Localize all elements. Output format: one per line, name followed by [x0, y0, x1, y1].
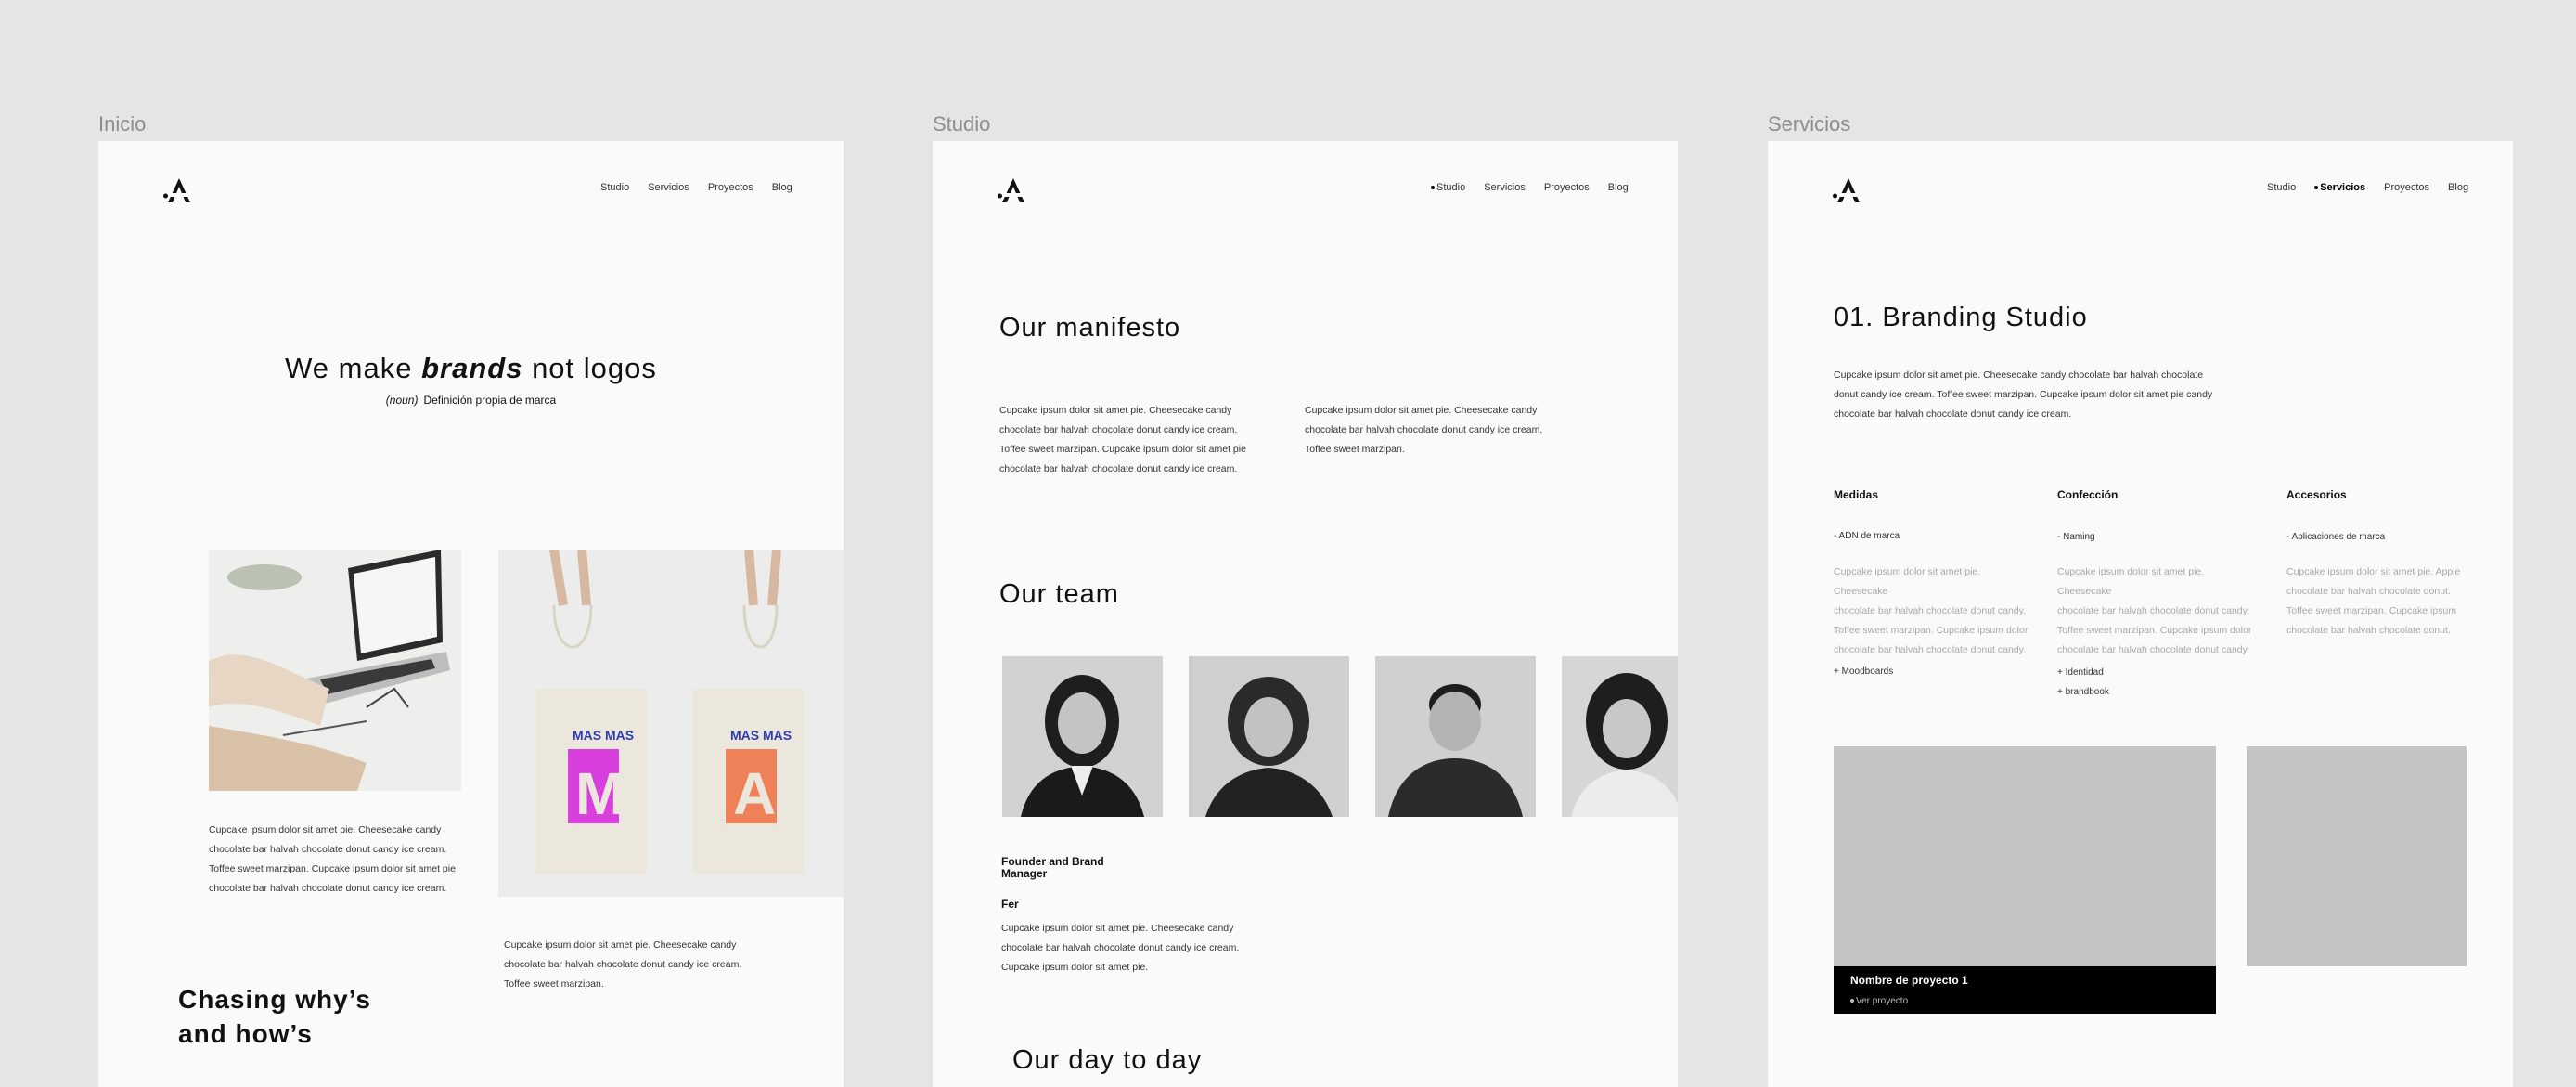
tote-bags-photo: MAS MAS MAS MAS M A [498, 550, 844, 897]
column-body: Cupcake ipsum dolor sit amet pie. Cheese… [1834, 566, 2029, 655]
service-title: 01. Branding Studio [1834, 303, 2088, 332]
nav-proyectos[interactable]: Proyectos [708, 182, 753, 193]
hero-subtitle: (noun) Definición propia de marca [385, 394, 557, 407]
column-extra[interactable]: + brandbook [2057, 682, 2109, 702]
intro-text-2: Cupcake ipsum dolor sit amet pie. Cheese… [504, 939, 742, 990]
column-body: Cupcake ipsum dolor sit amet pie. Apple c… [2286, 566, 2461, 636]
team-title: Our team [999, 579, 1119, 609]
nav-blog[interactable]: Blog [2448, 182, 2468, 193]
nav-studio[interactable]: Studio [600, 182, 629, 193]
brand-logo[interactable] [1833, 176, 1864, 204]
frame-label-inicio: Inicio [98, 112, 147, 136]
day-to-day-title: Our day to day [1012, 1045, 1203, 1075]
nav-blog[interactable]: Blog [1608, 182, 1629, 193]
service-intro: Cupcake ipsum dolor sit amet pie. Cheese… [1834, 369, 2213, 420]
project-card[interactable]: Nombre de proyecto 1 Ver proyecto [1834, 746, 2216, 1014]
column-item: - Aplicaciones de marca [2286, 532, 2386, 542]
column-extra[interactable]: + Identidad [2057, 663, 2104, 682]
nav-servicios[interactable]: Servicios [2314, 182, 2365, 193]
manifesto-text-2: Cupcake ipsum dolor sit amet pie. Cheese… [1305, 405, 1543, 455]
active-dot-icon [2314, 186, 2319, 190]
column-head-confeccion: Confección [2057, 488, 2119, 501]
column-head-medidas: Medidas [1834, 488, 1879, 501]
column-body: Cupcake ipsum dolor sit amet pie. Cheese… [2057, 566, 2252, 655]
team-member-bio: Cupcake ipsum dolor sit amet pie. Cheese… [1001, 923, 1240, 973]
nav-blog[interactable]: Blog [772, 182, 792, 193]
bag-letter-a: A [733, 760, 776, 827]
frame-label-studio: Studio [933, 112, 991, 136]
intro-text-1: Cupcake ipsum dolor sit amet pie. Cheese… [209, 824, 456, 894]
manifesto-text-1: Cupcake ipsum dolor sit amet pie. Cheese… [999, 405, 1246, 474]
bag-print-2: MAS MAS [730, 728, 792, 743]
team-photo-2[interactable] [1189, 656, 1349, 817]
nav-proyectos[interactable]: Proyectos [2384, 182, 2429, 193]
project-caption: Nombre de proyecto 1 Ver proyecto [1834, 966, 2216, 1014]
frame-studio: Studio Servicios Proyectos Blog Our mani… [933, 141, 1678, 1087]
column-item: - Naming [2057, 532, 2095, 542]
column-item: - ADN de marca [1834, 531, 1900, 541]
brand-logo[interactable] [163, 176, 195, 204]
frame-inicio: Studio Servicios Proyectos Blog We make … [98, 141, 844, 1087]
nav-studio[interactable]: Studio [2267, 182, 2296, 193]
team-photo-3[interactable] [1375, 656, 1536, 817]
laptop-photo [209, 550, 461, 791]
nav-proyectos[interactable]: Proyectos [1544, 182, 1590, 193]
bag-letter-m: M [575, 760, 625, 827]
hero-title: We make brands not logos [285, 352, 657, 384]
project-card-secondary[interactable] [2247, 746, 2467, 966]
frame-servicios: Studio Servicios Proyectos Blog 01. Bran… [1768, 141, 2513, 1087]
brand-logo[interactable] [998, 176, 1029, 204]
active-dot-icon [1431, 186, 1435, 190]
main-nav: Studio Servicios Proyectos Blog [1412, 182, 1629, 193]
team-member-role: Founder and Brand Manager [1001, 855, 1104, 880]
frame-label-servicios: Servicios [1768, 112, 1851, 136]
team-photo-4[interactable] [1562, 656, 1678, 817]
nav-servicios[interactable]: Servicios [1484, 182, 1526, 193]
manifesto-title: Our manifesto [999, 313, 1181, 343]
column-head-accesorios: Accesorios [2286, 488, 2347, 501]
project-link[interactable]: Ver proyecto [1850, 996, 2199, 1006]
main-nav: Studio Servicios Proyectos Blog [2248, 182, 2468, 193]
nav-servicios[interactable]: Servicios [648, 182, 689, 193]
team-photo-1[interactable] [1002, 656, 1163, 817]
bag-print-1: MAS MAS [573, 728, 634, 743]
column-extra[interactable]: + Moodboards [1834, 662, 1893, 681]
project-name: Nombre de proyecto 1 [1850, 974, 1968, 987]
chasing-heading: Chasing why’s and how’s [178, 985, 372, 1048]
team-member-name: Fer [1001, 898, 1019, 911]
nav-studio[interactable]: Studio [1431, 182, 1465, 193]
main-nav: Studio Servicios Proyectos Blog [582, 182, 792, 193]
bullet-icon [1850, 999, 1854, 1003]
